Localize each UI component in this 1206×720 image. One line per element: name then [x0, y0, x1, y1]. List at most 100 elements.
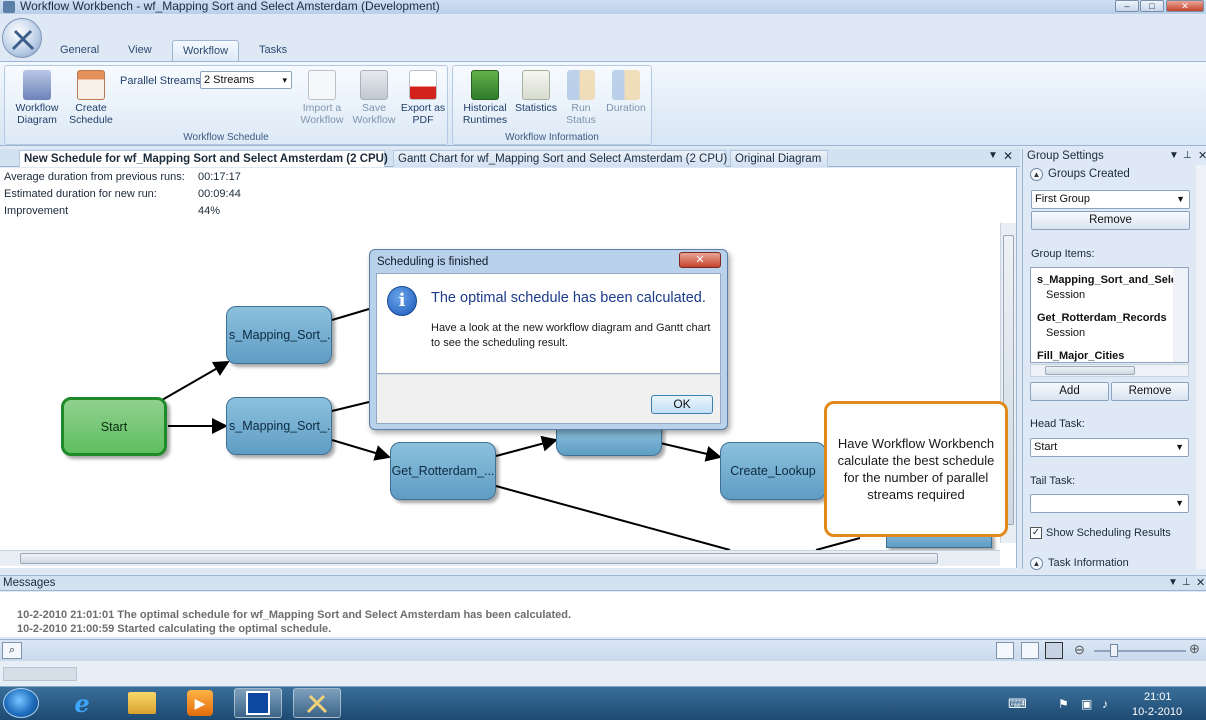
node-start[interactable]: Start	[61, 397, 167, 456]
pin-icon[interactable]: ⊥	[1183, 150, 1192, 161]
pin-icon[interactable]: ⊥	[1182, 577, 1191, 588]
panel-scrollbar[interactable]	[1196, 165, 1206, 569]
workflow-information-group-label: Workflow Information	[505, 132, 599, 143]
close-tab-icon[interactable]: ✕	[1003, 149, 1013, 163]
canvas-horizontal-scrollbar[interactable]	[0, 550, 1000, 566]
tab-gantt-chart[interactable]: Gantt Chart for wf_Mapping Sort and Sele…	[393, 150, 727, 167]
group-items-label: Group Items:	[1031, 248, 1095, 260]
remove-group-button[interactable]: Remove	[1031, 211, 1190, 230]
view-normal-icon[interactable]	[996, 642, 1014, 659]
tab-workflow[interactable]: Workflow	[172, 40, 240, 62]
internet-explorer-button[interactable]: e	[58, 688, 106, 718]
parallel-streams-dropdown[interactable]: 2 Streams ▾	[200, 71, 292, 89]
show-results-checkbox[interactable]: ✓	[1030, 527, 1042, 539]
window-title: Workflow Workbench - wf_Mapping Sort and…	[20, 0, 440, 13]
window-button[interactable]	[234, 688, 282, 718]
chevron-down-icon: ▾	[282, 75, 287, 85]
tab-tasks[interactable]: Tasks	[249, 40, 297, 62]
duration-label: Duration	[606, 102, 646, 114]
group-select[interactable]: First Group ▼	[1031, 190, 1190, 209]
scroll-thumb[interactable]	[20, 553, 938, 564]
tab-new-schedule[interactable]: New Schedule for wf_Mapping Sort and Sel…	[19, 150, 388, 167]
tail-task-label: Tail Task:	[1030, 475, 1076, 487]
collapse-icon[interactable]: ▲	[1030, 557, 1043, 570]
save-workflow-button[interactable]: Save Workflow	[349, 70, 399, 126]
pdf-icon	[409, 70, 437, 100]
create-schedule-button[interactable]: Create Schedule	[65, 70, 117, 126]
status-strip	[0, 661, 1206, 686]
panel-menu-icon[interactable]: ▼	[1168, 577, 1178, 588]
node-hidden-task[interactable]	[556, 426, 662, 456]
view-split-icon[interactable]	[1021, 642, 1039, 659]
historical-runtimes-button[interactable]: Historical Runtimes	[457, 70, 513, 126]
group-items-list[interactable]: s_Mapping_Sort_and_Sele Session Get_Rott…	[1030, 267, 1189, 363]
network-icon[interactable]: ▣	[1081, 697, 1092, 711]
tools-icon	[306, 694, 328, 714]
node-get-rotterdam[interactable]: Get_Rotterdam_...	[390, 442, 496, 500]
minimize-button[interactable]: –	[1115, 0, 1139, 12]
dialog-close-button[interactable]: ✕	[679, 252, 721, 268]
messages-header: Messages ▼ ⊥ ✕	[0, 575, 1206, 591]
head-task-select[interactable]: Start ▼	[1030, 438, 1189, 457]
info-icon: i	[387, 286, 417, 316]
export-pdf-button[interactable]: Export as PDF	[399, 70, 447, 126]
statistics-icon	[522, 70, 550, 100]
flag-icon[interactable]: ⚑	[1058, 697, 1069, 711]
chevron-down-icon: ▼	[1176, 194, 1185, 204]
zoom-in-icon[interactable]: ⊕	[1189, 641, 1200, 657]
message-line: 10-2-2010 21:00:59 Started calculating t…	[17, 623, 332, 635]
tab-view[interactable]: View	[118, 40, 162, 62]
list-horizontal-scrollbar[interactable]	[1030, 364, 1189, 377]
list-item-type: Session	[1046, 289, 1086, 301]
list-item[interactable]: Get_Rotterdam_Records	[1037, 312, 1167, 324]
ribbon-tabs: General View Workflow Tasks	[44, 40, 1206, 62]
callout-annotation: Have Workflow Workbench calculate the be…	[824, 401, 1008, 537]
workflow-workbench-taskbar-button[interactable]	[293, 688, 341, 718]
zoom-slider[interactable]	[1094, 650, 1186, 652]
scroll-thumb[interactable]	[1045, 366, 1135, 375]
close-button[interactable]: ✕	[1166, 0, 1204, 12]
list-item[interactable]: Fill_Major_Cities	[1037, 350, 1124, 362]
zoom-slider-thumb[interactable]	[1110, 644, 1118, 657]
node-create-lookup[interactable]: Create_Lookup	[720, 442, 826, 500]
close-panel-icon[interactable]: ✕	[1198, 149, 1206, 162]
tab-list-icon[interactable]: ▼	[988, 150, 998, 161]
node-mapping-sort-2[interactable]: s_Mapping_Sort_...	[226, 397, 332, 455]
statistics-label: Statistics	[514, 102, 557, 114]
export-pdf-label: Export as PDF	[400, 102, 446, 126]
ok-button[interactable]: OK	[651, 395, 713, 414]
volume-icon[interactable]: ♪	[1102, 697, 1108, 711]
clock-date[interactable]: 10-2-2010	[1132, 706, 1182, 718]
historical-runtimes-icon	[471, 70, 499, 100]
import-workflow-button[interactable]: Import a Workflow	[297, 70, 347, 126]
search-icon[interactable]: ⌕	[2, 642, 22, 659]
scheduling-finished-dialog: Scheduling is finished ✕ i The optimal s…	[369, 249, 728, 430]
close-panel-icon[interactable]: ✕	[1196, 576, 1205, 589]
view-grid-icon[interactable]	[1045, 642, 1063, 659]
start-button[interactable]	[3, 688, 39, 718]
workflow-diagram-button[interactable]: Workflow Diagram	[9, 70, 65, 126]
panel-menu-icon[interactable]: ▼	[1169, 150, 1179, 161]
tab-general[interactable]: General	[50, 40, 109, 62]
tab-original-diagram[interactable]: Original Diagram	[730, 150, 828, 167]
tail-task-select[interactable]: ▼	[1030, 494, 1189, 513]
collapse-icon[interactable]: ▲	[1030, 168, 1043, 181]
media-player-button[interactable]: ▶	[176, 688, 224, 718]
maximize-button[interactable]: □	[1140, 0, 1164, 12]
status-bar: ⌕ ⊖ ⊕	[0, 639, 1206, 661]
dialog-heading: The optimal schedule has been calculated…	[431, 290, 706, 306]
node-mapping-sort-1[interactable]: s_Mapping_Sort_...	[226, 306, 332, 364]
run-status-button[interactable]: Run Status	[561, 70, 601, 126]
list-item[interactable]: s_Mapping_Sort_and_Sele	[1037, 274, 1177, 286]
remove-item-button[interactable]: Remove	[1111, 382, 1189, 401]
workflow-diagram-icon	[23, 70, 51, 100]
zoom-out-icon[interactable]: ⊖	[1074, 642, 1085, 658]
application-menu-button[interactable]	[2, 18, 42, 58]
file-explorer-button[interactable]	[118, 688, 166, 718]
add-item-button[interactable]: Add	[1030, 382, 1109, 401]
statistics-button[interactable]: Statistics	[511, 70, 561, 114]
duration-button[interactable]: Duration	[603, 70, 649, 114]
list-vertical-scrollbar[interactable]	[1173, 268, 1188, 362]
clock-time[interactable]: 21:01	[1144, 691, 1172, 703]
keyboard-icon[interactable]: ⌨	[1008, 696, 1027, 712]
